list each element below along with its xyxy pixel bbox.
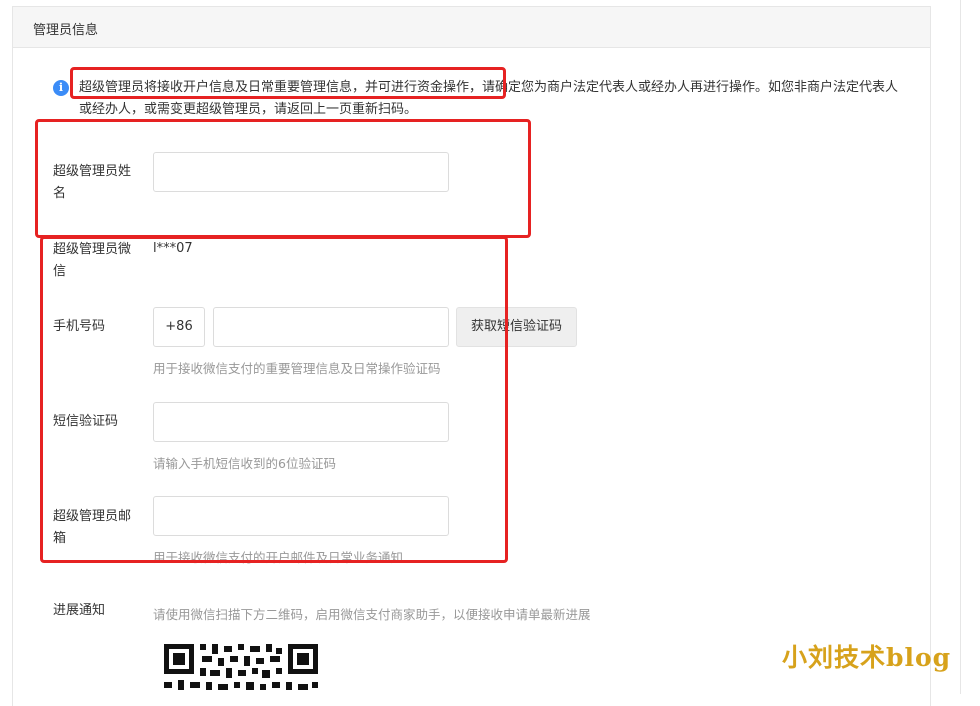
wechat-label: 超级管理员微 信 [53, 239, 131, 283]
notice-text: 超级管理员将接收开户信息及日常重要管理信息，并可进行资金操作，请确定您为商户法定… [79, 77, 904, 121]
sms-code-hint: 请输入手机短信收到的6位验证码 [153, 456, 336, 471]
email-label-line2: 箱 [53, 531, 67, 546]
right-edge-strip [960, 0, 980, 694]
wechat-label-line1: 超级管理员微 [53, 242, 132, 257]
email-hint: 用于接收微信支付的开户邮件及日常业务通知 [153, 550, 404, 565]
wechat-value: l***07 [153, 241, 193, 256]
qr-code-image [164, 644, 318, 690]
country-code-prefix: +86 [153, 307, 205, 347]
panel-title: 管理员信息 [33, 23, 99, 38]
phone-hint: 用于接收微信支付的重要管理信息及日常操作验证码 [153, 361, 441, 376]
name-label: 超级管理员姓 名 [53, 161, 131, 205]
progress-hint: 请使用微信扫描下方二维码，启用微信支付商家助手，以便接收申请单最新进展 [153, 607, 591, 622]
sms-code-input[interactable] [153, 402, 449, 442]
get-sms-code-button[interactable]: 获取短信验证码 [456, 307, 577, 347]
notice-highlight: 超级管理员将接收开户信息及日常重要管理信息，并可进行资金操作 [79, 80, 470, 95]
email-label-line1: 超级管理员邮 [53, 509, 132, 524]
progress-label: 进展通知 [53, 603, 106, 618]
name-label-line2: 名 [53, 186, 67, 201]
email-label: 超级管理员邮 箱 [53, 506, 131, 550]
wechat-label-line2: 信 [53, 264, 67, 279]
sms-code-label: 短信验证码 [53, 414, 119, 429]
phone-label: 手机号码 [53, 319, 106, 334]
email-input[interactable] [153, 496, 449, 536]
phone-input[interactable] [213, 307, 449, 347]
admin-name-input[interactable] [153, 152, 449, 192]
name-label-line1: 超级管理员姓 [53, 164, 132, 179]
info-icon: i [53, 80, 69, 96]
panel-header: 管理员信息 [13, 7, 930, 48]
watermark: 小刘技术blog [782, 643, 952, 672]
